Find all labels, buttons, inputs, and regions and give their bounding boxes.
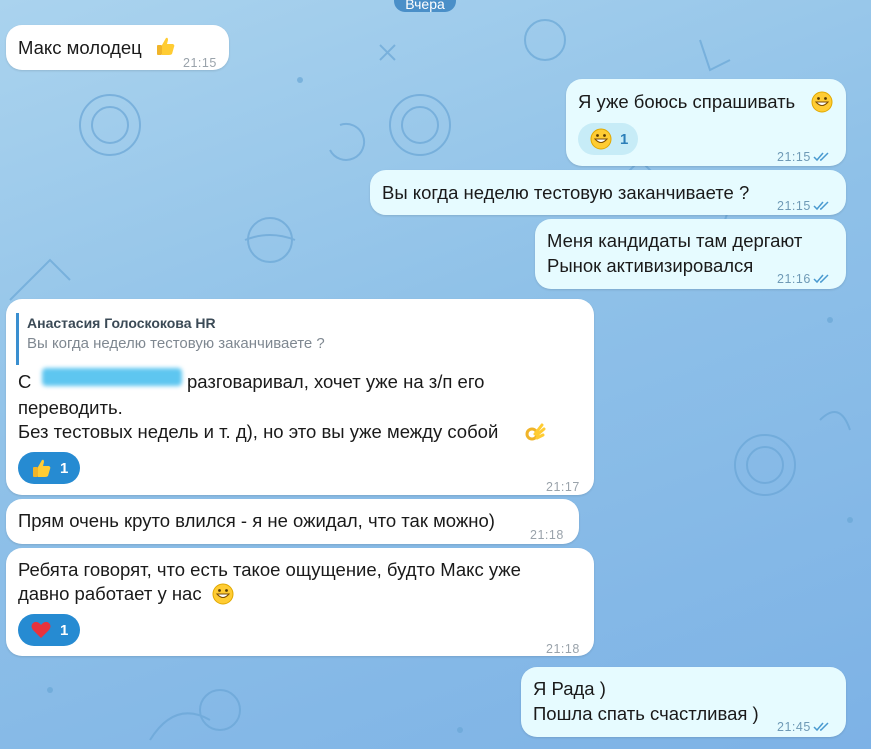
- message-time-text: 21:15: [777, 199, 811, 213]
- thumbs-up-emoji: [33, 459, 51, 477]
- message-time: 21:15: [183, 56, 217, 70]
- read-checkmarks-icon: [813, 722, 829, 732]
- message-bubble[interactable]: Прям очень круто влился - я не ожидал, ч…: [6, 499, 579, 544]
- chat-history[interactable]: Вчера Макс молодец 21:15 Я уже боюсь спр…: [0, 0, 871, 749]
- reaction-chip[interactable]: 1: [578, 123, 638, 155]
- message-time: 21:18: [530, 528, 564, 542]
- message-bubble[interactable]: Я Рада ) Пошла спать счастливая ) 21:45: [521, 667, 846, 737]
- message-bubble[interactable]: Я уже боюсь спрашивать 1 21:15: [566, 79, 846, 166]
- message-text: Я уже боюсь спрашивать: [578, 91, 796, 112]
- message-text: Прям очень круто влился - я не ожидал, ч…: [18, 510, 495, 531]
- reply-author: Анастасия Голоскокова HR: [27, 315, 216, 331]
- message-text-line1: Я Рада ): [533, 678, 606, 699]
- reaction-chip[interactable]: 1: [18, 452, 80, 484]
- redacted-name: [42, 368, 182, 386]
- message-text-line1: Ребята говорят, что есть такое ощущение,…: [18, 559, 521, 580]
- ok-hand-emoji: [525, 423, 546, 441]
- reaction-count: 1: [60, 621, 69, 639]
- message-text-line1-start: С: [18, 371, 32, 392]
- reply-text: Вы когда неделю тестовую заканчиваете ?: [27, 335, 325, 352]
- message-text-line1-end: разговаривал, хочет уже на з/п его: [187, 371, 485, 392]
- message-time: 21:15: [777, 194, 831, 219]
- reaction-count: 1: [60, 459, 69, 477]
- read-checkmarks-icon: [813, 152, 829, 162]
- message-text-line3: Без тестовых недель и т. д), но это вы у…: [18, 421, 499, 442]
- message-bubble[interactable]: Вы когда неделю тестовую заканчиваете ? …: [370, 170, 846, 215]
- read-checkmarks-icon: [813, 274, 829, 284]
- message-time: 21:16: [777, 267, 831, 292]
- reaction-chip[interactable]: 1: [18, 614, 80, 646]
- red-heart-emoji: [31, 621, 51, 638]
- grinning-face-emoji: [212, 583, 234, 605]
- date-separator: Вчера: [394, 0, 456, 12]
- message-time-text: 21:15: [777, 150, 811, 164]
- message-bubble[interactable]: Ребята говорят, что есть такое ощущение,…: [6, 548, 594, 656]
- message-bubble[interactable]: Меня кандидаты там дергают Рынок активиз…: [535, 219, 846, 289]
- message-time: 21:15: [777, 145, 831, 170]
- thumbs-up-emoji: [157, 37, 175, 55]
- message-text-line1: Меня кандидаты там дергают: [547, 230, 803, 251]
- grinning-face-emoji: [590, 128, 612, 150]
- message-text-line2: Пошла спать счастливая ): [533, 703, 759, 724]
- message-time: 21:18: [546, 642, 580, 656]
- message-time: 21:45: [777, 715, 831, 740]
- grinning-face-emoji: [811, 91, 833, 113]
- message-bubble[interactable]: Анастасия Голоскокова HR Вы когда неделю…: [6, 299, 594, 495]
- message-bubble[interactable]: Макс молодец 21:15: [6, 25, 229, 70]
- message-text-line2: давно работает у нас: [18, 583, 202, 604]
- message-text-line2: Рынок активизировался: [547, 255, 754, 276]
- message-text: Макс молодец: [18, 37, 142, 58]
- message-time-text: 21:16: [777, 272, 811, 286]
- reply-preview[interactable]: Анастасия Голоскокова HR Вы когда неделю…: [16, 313, 376, 365]
- read-checkmarks-icon: [813, 201, 829, 211]
- message-text-line2: переводить.: [18, 397, 123, 418]
- reaction-count: 1: [620, 130, 629, 148]
- message-time-text: 21:45: [777, 720, 811, 734]
- message-text: Вы когда неделю тестовую заканчиваете ?: [382, 182, 750, 203]
- message-time: 21:17: [546, 480, 580, 494]
